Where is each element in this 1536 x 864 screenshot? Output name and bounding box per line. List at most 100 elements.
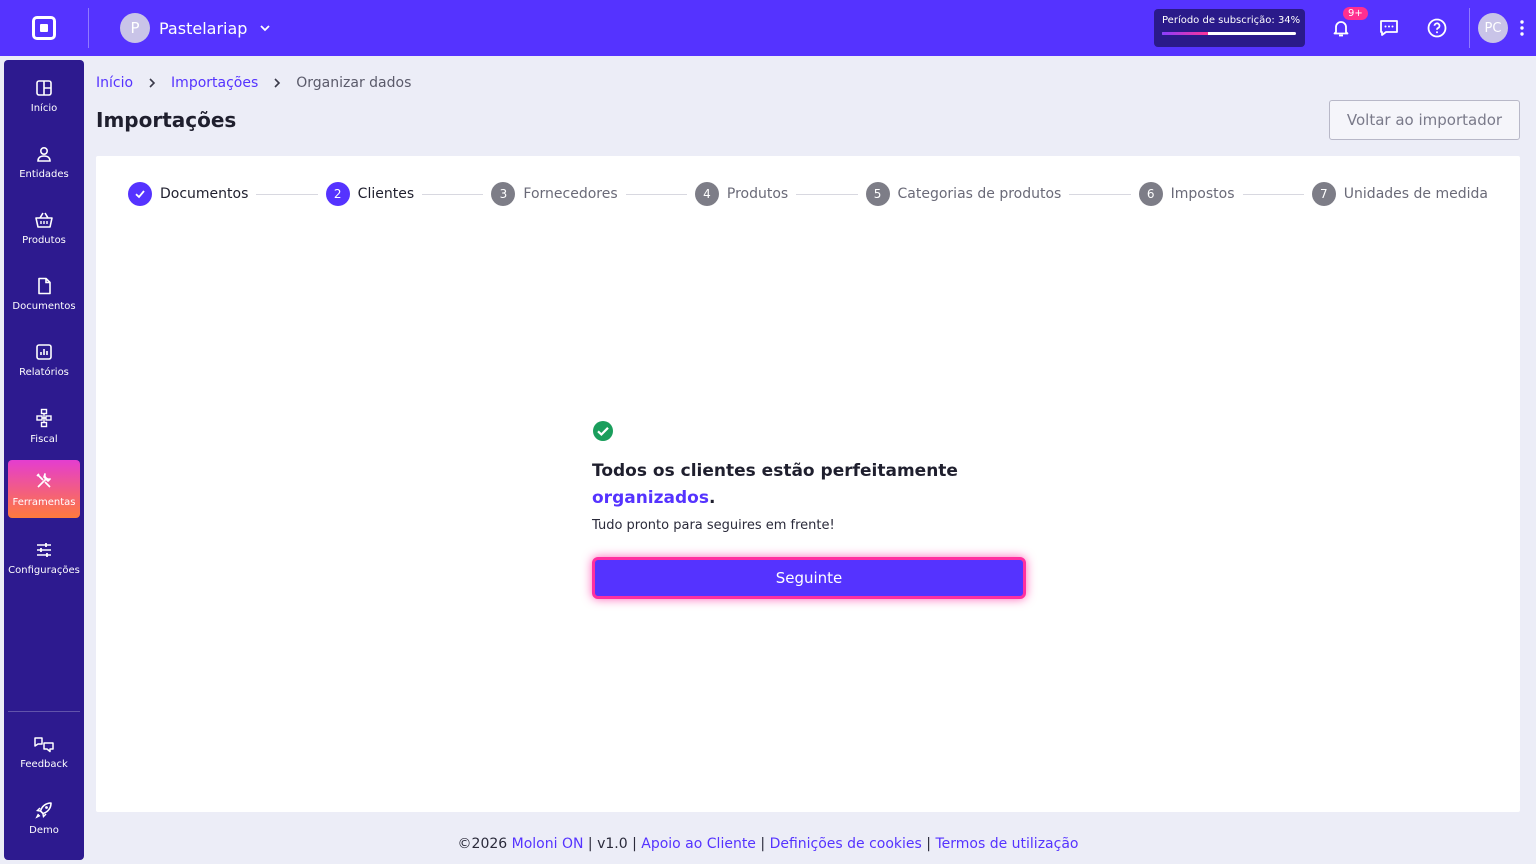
help-icon: [1427, 18, 1447, 38]
step-number: 7: [1311, 182, 1336, 206]
top-divider: [88, 8, 89, 48]
sidebar-item-documentos[interactable]: Documentos: [8, 265, 80, 323]
sidebar-item-ferramentas[interactable]: Ferramentas: [8, 460, 80, 518]
sidebar-item-entidades[interactable]: Entidades: [8, 133, 80, 191]
import-card: Documentos 2 Clientes 3 Fornecedores 4 P…: [96, 156, 1520, 812]
sidebar-item-label: Feedback: [20, 758, 68, 770]
footer-brand-link[interactable]: Moloni ON: [512, 836, 584, 852]
sidebar-item-inicio[interactable]: Início: [8, 67, 80, 125]
more-menu-button[interactable]: [1508, 0, 1536, 56]
step-connector: [625, 193, 687, 195]
sidebar-item-label: Ferramentas: [12, 496, 76, 508]
success-panel: Todos os clientes estão perfeitamente or…: [592, 420, 1032, 599]
breadcrumb-imports-link[interactable]: Importações: [171, 75, 258, 91]
footer-separator: |: [921, 836, 936, 852]
sidebar: Início Entidades Produtos Documentos Rel…: [4, 60, 84, 860]
breadcrumb: Início Importações Organizar dados: [96, 75, 411, 91]
sidebar-item-label: Relatórios: [19, 366, 69, 378]
footer: ©2026 Moloni ON | v1.0 | Apoio ao Client…: [0, 836, 1536, 852]
step-label: Fornecedores: [523, 186, 618, 202]
step-connector: [1069, 193, 1131, 195]
step-number: 5: [865, 182, 890, 206]
step-number: 6: [1138, 182, 1163, 206]
sidebar-item-label: Fiscal: [30, 433, 58, 445]
basket-icon: [35, 212, 53, 228]
bell-icon: [1333, 21, 1349, 37]
breadcrumb-current: Organizar dados: [296, 75, 412, 91]
document-icon: [38, 277, 51, 294]
company-name: Pastelariap: [159, 18, 248, 38]
sidebar-item-configuracoes[interactable]: Configurações: [8, 529, 80, 587]
top-bar: P Pastelariap Período de subscrição: 34%…: [0, 0, 1536, 56]
sidebar-item-label: Início: [30, 102, 58, 114]
back-to-importer-button[interactable]: Voltar ao importador: [1329, 100, 1520, 140]
sidebar-item-feedback[interactable]: Feedback: [8, 723, 80, 781]
sidebar-item-relatorios[interactable]: Relatórios: [8, 331, 80, 389]
footer-separator: |: [583, 836, 598, 852]
top-divider: [1469, 8, 1470, 48]
step-label: Clientes: [357, 186, 415, 202]
step-connector: [256, 193, 318, 195]
footer-separator: |: [755, 836, 770, 852]
messages-button[interactable]: [1365, 0, 1413, 56]
page-title: Importações: [96, 108, 237, 132]
check-icon: [135, 190, 145, 199]
company-avatar: P: [120, 13, 150, 43]
logo-icon: [32, 16, 56, 40]
sidebar-item-label: Demo: [29, 824, 59, 836]
step-label: Unidades de medida: [1343, 186, 1488, 202]
step-connector: [1242, 193, 1304, 195]
step-number: 2: [325, 182, 350, 206]
footer-terms-link[interactable]: Termos de utilização: [935, 836, 1078, 852]
footer-cookies-link[interactable]: Definições de cookies: [770, 836, 922, 852]
success-title-end: .: [708, 488, 716, 508]
sidebar-item-label: Produtos: [22, 234, 66, 246]
stepper: Documentos 2 Clientes 3 Fornecedores 4 P…: [128, 182, 1488, 206]
step-label: Produtos: [726, 186, 789, 202]
subscription-progress-bar: [1162, 32, 1296, 35]
step-fornecedores[interactable]: 3 Fornecedores: [491, 182, 618, 206]
step-number: 3: [491, 182, 516, 206]
home-grid-icon: [36, 79, 52, 96]
rocket-icon: [35, 801, 52, 819]
step-clientes[interactable]: 2 Clientes: [325, 182, 415, 206]
tools-icon: [36, 472, 51, 488]
sidebar-item-produtos[interactable]: Produtos: [8, 199, 80, 257]
person-icon: [37, 146, 51, 162]
success-subtitle: Tudo pronto para seguires em frente!: [592, 518, 835, 533]
step-unidades[interactable]: 7 Unidades de medida: [1311, 182, 1488, 206]
footer-separator: |: [627, 836, 642, 852]
company-selector[interactable]: P Pastelariap: [120, 13, 271, 43]
step-categorias[interactable]: 5 Categorias de produtos: [865, 182, 1062, 206]
footer-support-link[interactable]: Apoio ao Cliente: [641, 836, 756, 852]
notifications-button[interactable]: 9+: [1317, 0, 1368, 56]
step-produtos[interactable]: 4 Produtos: [694, 182, 789, 206]
breadcrumb-home-link[interactable]: Início: [96, 75, 133, 91]
success-title-text: Todos os clientes estão perfeitamente: [592, 461, 958, 481]
step-label: Categorias de produtos: [897, 186, 1062, 202]
step-impostos[interactable]: 6 Impostos: [1138, 182, 1235, 206]
chat-icon: [1380, 20, 1398, 36]
sidebar-item-label: Entidades: [19, 168, 69, 180]
subscription-period[interactable]: Período de subscrição: 34%: [1154, 9, 1305, 47]
step-label: Documentos: [160, 186, 249, 202]
next-button[interactable]: Seguinte: [592, 557, 1026, 599]
sliders-icon: [37, 542, 51, 557]
user-avatar[interactable]: PC: [1478, 13, 1508, 43]
sidebar-divider: [8, 711, 80, 712]
step-done-indicator: [128, 182, 152, 206]
app-logo[interactable]: [0, 0, 88, 56]
help-button[interactable]: [1413, 0, 1461, 56]
step-connector: [796, 193, 858, 195]
fiscal-icon: [36, 408, 52, 427]
report-icon: [36, 343, 52, 360]
step-number: 4: [694, 182, 719, 206]
feedback-icon: [34, 736, 54, 752]
success-title: Todos os clientes estão perfeitamente or…: [592, 458, 1032, 512]
chevron-down-icon: [260, 25, 271, 32]
chevron-right-icon: [274, 78, 281, 88]
sidebar-item-fiscal[interactable]: Fiscal: [8, 397, 80, 455]
footer-copyright: ©2026: [457, 836, 512, 852]
step-documentos[interactable]: Documentos: [128, 182, 248, 206]
step-label: Impostos: [1170, 186, 1235, 202]
